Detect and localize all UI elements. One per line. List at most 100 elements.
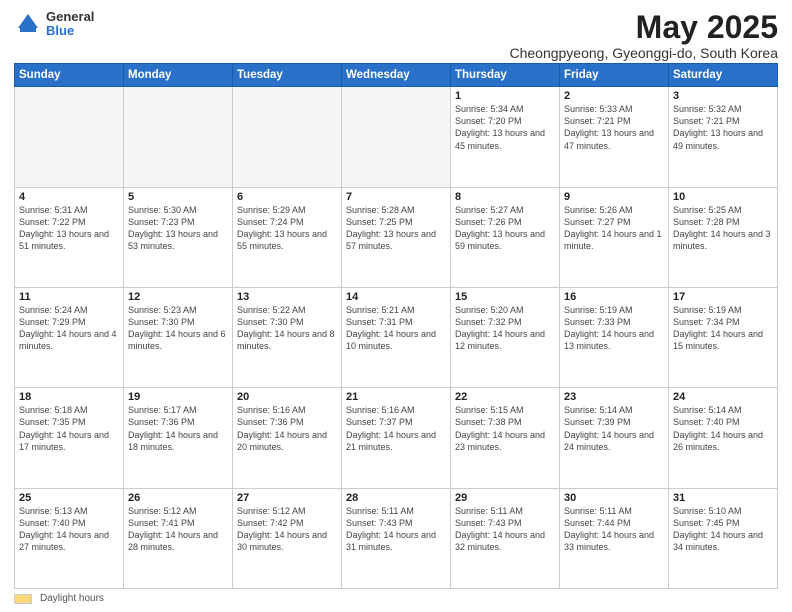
calendar-table: Sunday Monday Tuesday Wednesday Thursday… [14,63,778,589]
day-number: 9 [564,191,664,203]
day-info: Sunrise: 5:25 AM Sunset: 7:28 PM Dayligh… [673,204,773,253]
table-row: 19Sunrise: 5:17 AM Sunset: 7:36 PM Dayli… [124,388,233,488]
day-number: 3 [673,90,773,102]
day-info: Sunrise: 5:11 AM Sunset: 7:43 PM Dayligh… [346,505,446,554]
day-number: 18 [19,391,119,403]
day-info: Sunrise: 5:21 AM Sunset: 7:31 PM Dayligh… [346,304,446,353]
table-row: 6Sunrise: 5:29 AM Sunset: 7:24 PM Daylig… [233,187,342,287]
col-saturday: Saturday [669,64,778,87]
table-row: 13Sunrise: 5:22 AM Sunset: 7:30 PM Dayli… [233,287,342,387]
calendar-week-row: 1Sunrise: 5:34 AM Sunset: 7:20 PM Daylig… [15,87,778,187]
month-title: May 2025 [509,10,778,45]
col-thursday: Thursday [451,64,560,87]
day-number: 23 [564,391,664,403]
table-row [342,87,451,187]
location: Cheongpyeong, Gyeonggi-do, South Korea [509,45,778,61]
table-row: 4Sunrise: 5:31 AM Sunset: 7:22 PM Daylig… [15,187,124,287]
table-row: 5Sunrise: 5:30 AM Sunset: 7:23 PM Daylig… [124,187,233,287]
table-row: 28Sunrise: 5:11 AM Sunset: 7:43 PM Dayli… [342,488,451,588]
day-number: 2 [564,90,664,102]
table-row: 8Sunrise: 5:27 AM Sunset: 7:26 PM Daylig… [451,187,560,287]
day-info: Sunrise: 5:18 AM Sunset: 7:35 PM Dayligh… [19,404,119,453]
day-info: Sunrise: 5:19 AM Sunset: 7:33 PM Dayligh… [564,304,664,353]
day-number: 30 [564,492,664,504]
title-block: May 2025 Cheongpyeong, Gyeonggi-do, Sout… [509,10,778,61]
logo: General Blue [14,10,94,39]
day-info: Sunrise: 5:15 AM Sunset: 7:38 PM Dayligh… [455,404,555,453]
table-row: 14Sunrise: 5:21 AM Sunset: 7:31 PM Dayli… [342,287,451,387]
daylight-swatch [14,594,32,604]
day-number: 4 [19,191,119,203]
table-row: 7Sunrise: 5:28 AM Sunset: 7:25 PM Daylig… [342,187,451,287]
day-number: 12 [128,291,228,303]
day-info: Sunrise: 5:24 AM Sunset: 7:29 PM Dayligh… [19,304,119,353]
day-info: Sunrise: 5:11 AM Sunset: 7:43 PM Dayligh… [455,505,555,554]
day-number: 20 [237,391,337,403]
table-row: 2Sunrise: 5:33 AM Sunset: 7:21 PM Daylig… [560,87,669,187]
table-row: 17Sunrise: 5:19 AM Sunset: 7:34 PM Dayli… [669,287,778,387]
day-number: 17 [673,291,773,303]
table-row: 3Sunrise: 5:32 AM Sunset: 7:21 PM Daylig… [669,87,778,187]
day-number: 31 [673,492,773,504]
day-number: 27 [237,492,337,504]
table-row [124,87,233,187]
day-info: Sunrise: 5:10 AM Sunset: 7:45 PM Dayligh… [673,505,773,554]
day-number: 8 [455,191,555,203]
footer: Daylight hours [14,593,778,604]
table-row [15,87,124,187]
calendar-week-row: 18Sunrise: 5:18 AM Sunset: 7:35 PM Dayli… [15,388,778,488]
day-info: Sunrise: 5:22 AM Sunset: 7:30 PM Dayligh… [237,304,337,353]
day-number: 24 [673,391,773,403]
calendar-week-row: 25Sunrise: 5:13 AM Sunset: 7:40 PM Dayli… [15,488,778,588]
calendar-header-row: Sunday Monday Tuesday Wednesday Thursday… [15,64,778,87]
day-number: 21 [346,391,446,403]
day-info: Sunrise: 5:29 AM Sunset: 7:24 PM Dayligh… [237,204,337,253]
day-number: 5 [128,191,228,203]
day-info: Sunrise: 5:28 AM Sunset: 7:25 PM Dayligh… [346,204,446,253]
day-info: Sunrise: 5:32 AM Sunset: 7:21 PM Dayligh… [673,103,773,152]
logo-icon [14,10,42,38]
day-number: 7 [346,191,446,203]
day-number: 14 [346,291,446,303]
col-monday: Monday [124,64,233,87]
table-row: 23Sunrise: 5:14 AM Sunset: 7:39 PM Dayli… [560,388,669,488]
day-number: 15 [455,291,555,303]
table-row: 18Sunrise: 5:18 AM Sunset: 7:35 PM Dayli… [15,388,124,488]
header: General Blue May 2025 Cheongpyeong, Gyeo… [14,10,778,61]
day-info: Sunrise: 5:17 AM Sunset: 7:36 PM Dayligh… [128,404,228,453]
table-row: 16Sunrise: 5:19 AM Sunset: 7:33 PM Dayli… [560,287,669,387]
day-info: Sunrise: 5:34 AM Sunset: 7:20 PM Dayligh… [455,103,555,152]
table-row: 26Sunrise: 5:12 AM Sunset: 7:41 PM Dayli… [124,488,233,588]
table-row: 30Sunrise: 5:11 AM Sunset: 7:44 PM Dayli… [560,488,669,588]
table-row: 25Sunrise: 5:13 AM Sunset: 7:40 PM Dayli… [15,488,124,588]
day-info: Sunrise: 5:14 AM Sunset: 7:40 PM Dayligh… [673,404,773,453]
day-info: Sunrise: 5:14 AM Sunset: 7:39 PM Dayligh… [564,404,664,453]
col-wednesday: Wednesday [342,64,451,87]
day-info: Sunrise: 5:30 AM Sunset: 7:23 PM Dayligh… [128,204,228,253]
day-number: 16 [564,291,664,303]
table-row: 27Sunrise: 5:12 AM Sunset: 7:42 PM Dayli… [233,488,342,588]
day-info: Sunrise: 5:19 AM Sunset: 7:34 PM Dayligh… [673,304,773,353]
day-info: Sunrise: 5:11 AM Sunset: 7:44 PM Dayligh… [564,505,664,554]
day-info: Sunrise: 5:27 AM Sunset: 7:26 PM Dayligh… [455,204,555,253]
table-row: 11Sunrise: 5:24 AM Sunset: 7:29 PM Dayli… [15,287,124,387]
day-info: Sunrise: 5:26 AM Sunset: 7:27 PM Dayligh… [564,204,664,253]
table-row: 9Sunrise: 5:26 AM Sunset: 7:27 PM Daylig… [560,187,669,287]
table-row: 1Sunrise: 5:34 AM Sunset: 7:20 PM Daylig… [451,87,560,187]
day-number: 6 [237,191,337,203]
table-row: 29Sunrise: 5:11 AM Sunset: 7:43 PM Dayli… [451,488,560,588]
page: General Blue May 2025 Cheongpyeong, Gyeo… [0,0,792,612]
day-number: 25 [19,492,119,504]
calendar-week-row: 4Sunrise: 5:31 AM Sunset: 7:22 PM Daylig… [15,187,778,287]
table-row: 10Sunrise: 5:25 AM Sunset: 7:28 PM Dayli… [669,187,778,287]
day-info: Sunrise: 5:13 AM Sunset: 7:40 PM Dayligh… [19,505,119,554]
col-tuesday: Tuesday [233,64,342,87]
day-number: 19 [128,391,228,403]
table-row: 21Sunrise: 5:16 AM Sunset: 7:37 PM Dayli… [342,388,451,488]
day-info: Sunrise: 5:33 AM Sunset: 7:21 PM Dayligh… [564,103,664,152]
day-number: 1 [455,90,555,102]
table-row: 22Sunrise: 5:15 AM Sunset: 7:38 PM Dayli… [451,388,560,488]
table-row: 15Sunrise: 5:20 AM Sunset: 7:32 PM Dayli… [451,287,560,387]
table-row [233,87,342,187]
day-info: Sunrise: 5:16 AM Sunset: 7:36 PM Dayligh… [237,404,337,453]
